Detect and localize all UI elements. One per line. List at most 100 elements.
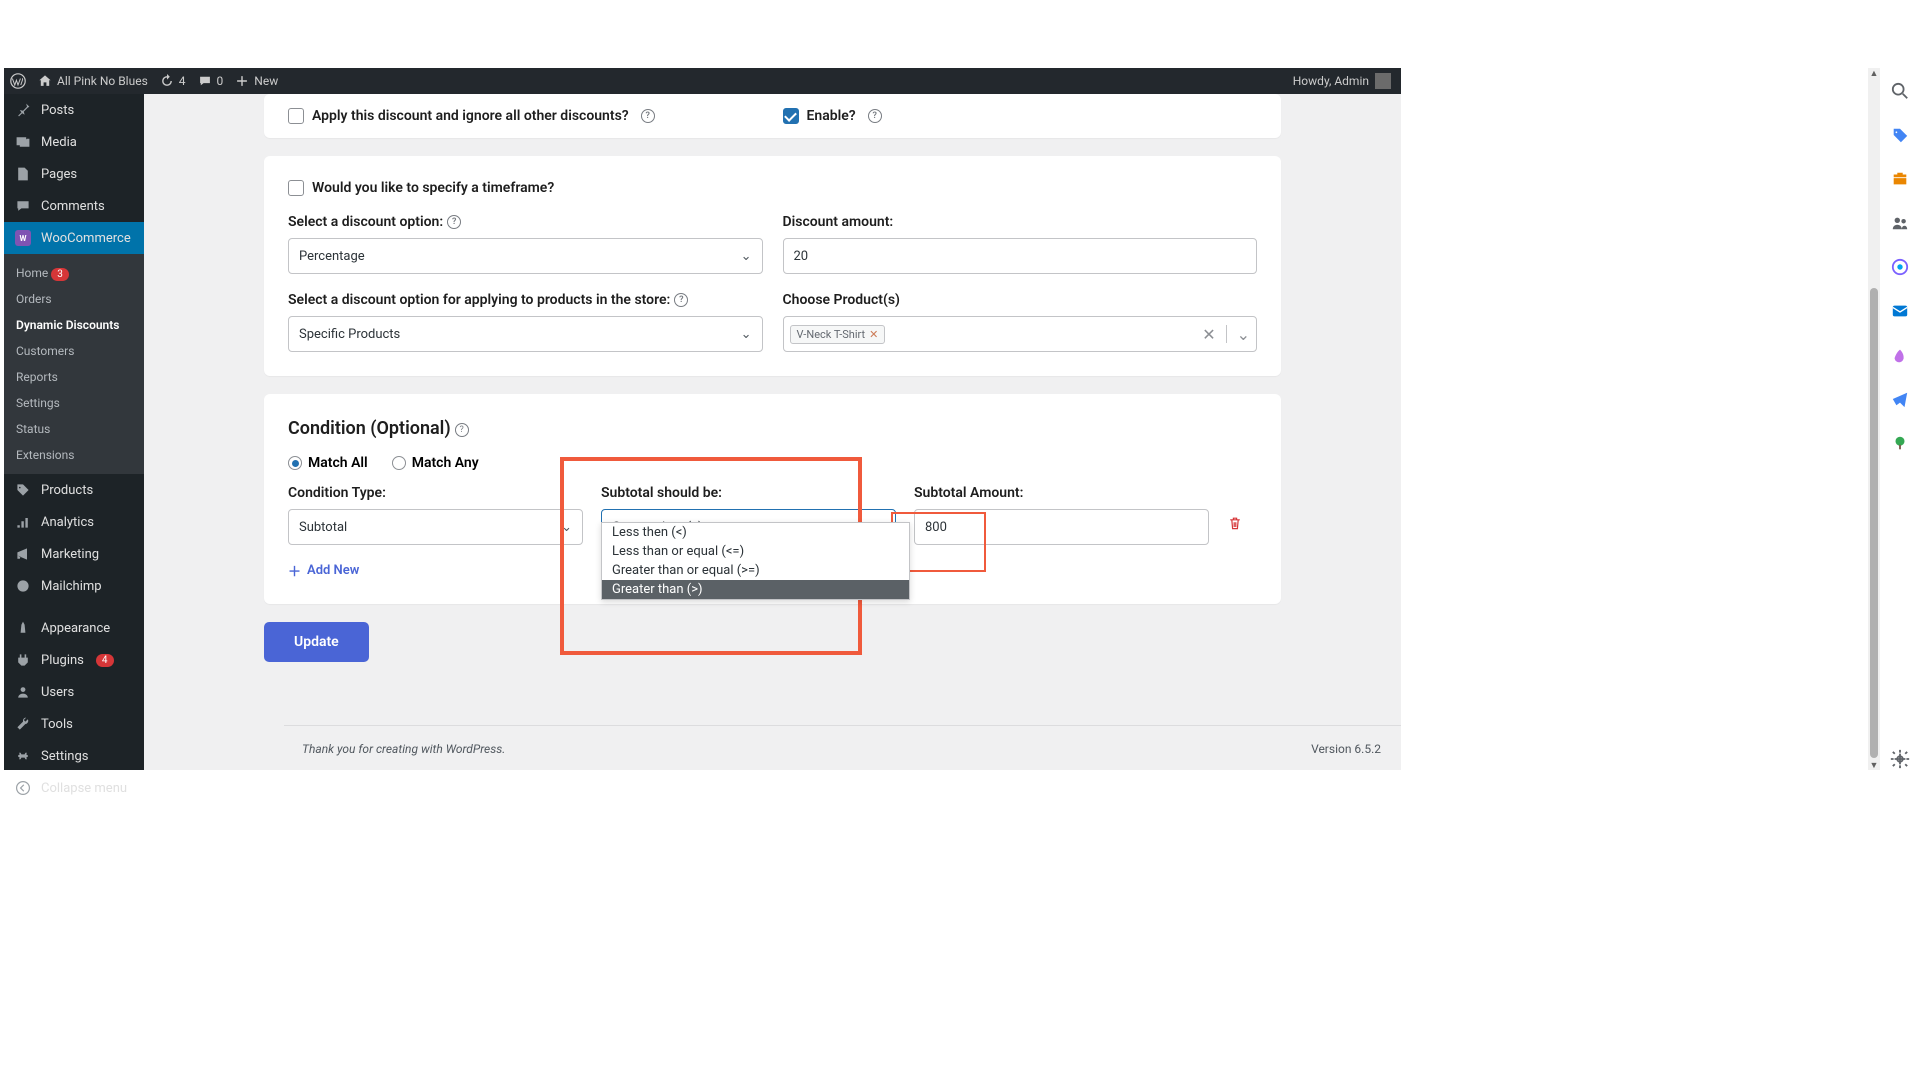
sidebar-sub-settings[interactable]: Settings (4, 390, 144, 416)
copilot-icon[interactable] (1889, 256, 1911, 278)
sidebar-sub-customers[interactable]: Customers (4, 338, 144, 364)
new-link[interactable]: New (235, 74, 278, 88)
scroll-thumb[interactable] (1870, 288, 1878, 758)
radio-icon (288, 456, 302, 470)
people-icon[interactable] (1889, 212, 1911, 234)
sidebar-item-products[interactable]: Products (4, 474, 144, 506)
scroll-up-arrow[interactable]: ▲ (1868, 68, 1880, 78)
chevron-down-icon[interactable]: ⌄ (1237, 325, 1250, 344)
radio-label: Match Any (412, 455, 479, 471)
sidebar-item-plugins[interactable]: Plugins4 (4, 644, 144, 676)
sidebar-item-users[interactable]: Users (4, 676, 144, 708)
sidebar-item-pages[interactable]: Pages (4, 158, 144, 190)
comments-link[interactable]: 0 (198, 74, 224, 88)
subtotal-amount-input[interactable] (914, 509, 1209, 545)
dropdown-option-gt[interactable]: Greater than (>) (602, 580, 909, 599)
subtotal-amount-field[interactable] (925, 520, 1198, 535)
plus-icon: ＋ (288, 561, 301, 580)
sidebar-sub-orders[interactable]: Orders (4, 286, 144, 312)
help-icon[interactable]: ? (455, 423, 469, 437)
help-icon[interactable]: ? (674, 293, 688, 307)
dropdown-option-lt[interactable]: Less then (<) (602, 523, 909, 542)
search-icon[interactable] (1889, 80, 1911, 102)
mailchimp-icon (14, 577, 32, 595)
comment-icon (14, 197, 32, 215)
sidebar-label: Settings (41, 749, 88, 764)
scrollbar[interactable]: ▲ ▼ (1868, 68, 1880, 770)
sidebar-label: Analytics (41, 515, 94, 530)
pin-icon (14, 101, 32, 119)
update-button[interactable]: Update (264, 622, 369, 662)
sidebar-item-marketing[interactable]: Marketing (4, 538, 144, 570)
avatar[interactable] (1375, 73, 1391, 89)
dropdown-option-gte[interactable]: Greater than or equal (>=) (602, 561, 909, 580)
site-name: All Pink No Blues (57, 74, 148, 88)
sidebar-item-mailchimp[interactable]: Mailchimp (4, 570, 144, 602)
sidebar-item-appearance[interactable]: Appearance (4, 612, 144, 644)
timeframe-checkbox[interactable] (288, 180, 304, 196)
tag-icon[interactable] (1889, 124, 1911, 146)
sidebar-item-media[interactable]: Media (4, 126, 144, 158)
tree-icon[interactable] (1889, 432, 1911, 454)
sidebar-sub-home[interactable]: Home3 (4, 260, 144, 286)
discount-option-select[interactable]: Percentage⌄ (288, 238, 763, 274)
tools-icon (14, 715, 32, 733)
settings-icon (14, 747, 32, 765)
sidebar-label: Users (41, 685, 74, 700)
sidebar-item-settings[interactable]: Settings (4, 740, 144, 772)
dropdown-option-lte[interactable]: Less than or equal (<=) (602, 542, 909, 561)
apply-to-select[interactable]: Specific Products⌄ (288, 316, 763, 352)
sidebar-sub-status[interactable]: Status (4, 416, 144, 442)
sidebar-sub-dynamic-discounts[interactable]: Dynamic Discounts (4, 312, 144, 338)
sidebar-item-comments[interactable]: Comments (4, 190, 144, 222)
sub-label: Orders (16, 292, 52, 306)
analytics-icon (14, 513, 32, 531)
send-icon[interactable] (1889, 388, 1911, 410)
site-link[interactable]: All Pink No Blues (38, 74, 148, 88)
sidebar-item-woocommerce[interactable]: WWooCommerce (4, 222, 144, 254)
sub-label: Settings (16, 396, 60, 410)
sidebar-item-posts[interactable]: Posts (4, 94, 144, 126)
dropdown-list: Less then (<) Less than or equal (<=) Gr… (601, 522, 910, 600)
sidebar-item-tools[interactable]: Tools (4, 708, 144, 740)
select-value: Subtotal (299, 520, 347, 535)
apply-ignore-checkbox[interactable] (288, 108, 304, 124)
sidebar-collapse[interactable]: Collapse menu (4, 772, 144, 804)
help-icon[interactable]: ? (868, 109, 882, 123)
main-content: Apply this discount and ignore all other… (144, 94, 1401, 770)
product-tag: V-Neck T-Shirt✕ (790, 325, 886, 344)
discount-amount-field[interactable] (794, 249, 1247, 264)
woocommerce-icon: W (14, 229, 32, 247)
select-value: Specific Products (299, 327, 400, 342)
chevron-down-icon: ⌄ (741, 249, 752, 264)
gear-icon[interactable] (1889, 748, 1911, 770)
discount-amount-label: Discount amount: (783, 214, 1258, 230)
products-multiselect[interactable]: V-Neck T-Shirt✕ ✕⌄ (783, 316, 1258, 352)
add-new-condition[interactable]: ＋Add New (288, 561, 359, 580)
sidebar-sub-reports[interactable]: Reports (4, 364, 144, 390)
wordpress-logo[interactable] (10, 73, 26, 89)
sidebar-label: Appearance (41, 621, 110, 636)
discount-amount-input[interactable] (783, 238, 1258, 274)
clear-all-icon[interactable]: ✕ (1202, 325, 1215, 344)
subtotal-amount-label: Subtotal Amount: (914, 485, 1209, 501)
help-icon[interactable]: ? (641, 109, 655, 123)
match-all-radio[interactable]: Match All (288, 455, 368, 471)
scroll-down-arrow[interactable]: ▼ (1868, 760, 1880, 770)
tag-remove-icon[interactable]: ✕ (869, 328, 878, 341)
briefcase-icon[interactable] (1889, 168, 1911, 190)
tag-label: V-Neck T-Shirt (797, 328, 866, 341)
help-icon[interactable]: ? (447, 215, 461, 229)
match-any-radio[interactable]: Match Any (392, 455, 479, 471)
admin-sidebar: Posts Media Pages Comments WWooCommerce … (4, 94, 144, 770)
paint-icon[interactable] (1889, 344, 1911, 366)
delete-condition-icon[interactable] (1227, 485, 1243, 535)
sidebar-item-analytics[interactable]: Analytics (4, 506, 144, 538)
outlook-icon[interactable] (1889, 300, 1911, 322)
condition-type-select[interactable]: Subtotal⌄ (288, 509, 583, 545)
updates-link[interactable]: 4 (160, 74, 186, 88)
howdy-text[interactable]: Howdy, Admin (1293, 74, 1369, 88)
radio-label: Match All (308, 455, 368, 471)
sidebar-sub-extensions[interactable]: Extensions (4, 442, 144, 468)
enable-checkbox[interactable] (783, 108, 799, 124)
